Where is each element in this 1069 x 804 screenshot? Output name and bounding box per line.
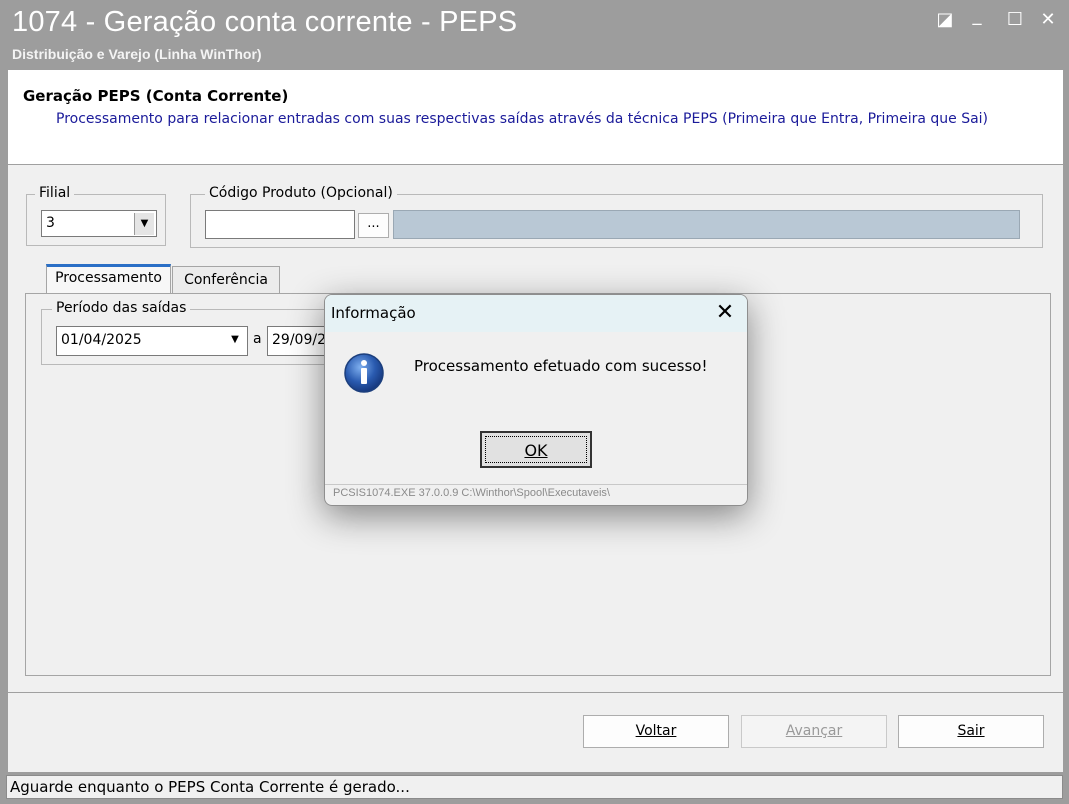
avancar-button[interactable]: Avançar <box>741 715 887 748</box>
title-bar: 1074 - Geração conta corrente - PEPS Dis… <box>0 0 1069 70</box>
tab-processamento-label: Processamento <box>55 270 162 286</box>
produto-group: Código Produto (Opcional) ... <box>190 185 1043 248</box>
tab-conferencia-label: Conferência <box>184 272 268 288</box>
filial-combobox[interactable]: 3 ▼ <box>41 210 157 237</box>
filial-value: 3 <box>46 215 55 231</box>
filial-group: Filial 3 ▼ <box>26 185 166 246</box>
voltar-label: Voltar <box>635 723 677 739</box>
dialog-title-bar: Informação ✕ <box>325 295 747 332</box>
sair-label: Sair <box>957 723 985 739</box>
close-icon[interactable]: ✕ <box>711 299 739 327</box>
chevron-down-icon[interactable]: ▼ <box>225 329 245 351</box>
periodo-group: Período das saídas 01/04/2025 ▼ a 29/09/… <box>41 300 342 365</box>
minimize-icon[interactable]: _ <box>964 4 990 28</box>
page-description: Processamento para relacionar entradas c… <box>56 111 989 127</box>
voltar-button[interactable]: Voltar <box>583 715 729 748</box>
produto-lookup-button[interactable]: ... <box>358 213 389 238</box>
filial-label: Filial <box>35 185 75 201</box>
footer-divider <box>8 692 1063 693</box>
periodo-label: Período das saídas <box>52 300 191 316</box>
dialog-title: Informação <box>331 304 416 322</box>
dialog-message: Processamento efetuado com sucesso! <box>414 357 708 375</box>
window-subtitle: Distribuição e Varejo (Linha WinThor) <box>12 46 262 62</box>
avancar-label: Avançar <box>785 723 843 739</box>
periodo-to-value: 29/09/2 <box>272 332 326 348</box>
header-panel: Geração PEPS (Conta Corrente) Processame… <box>8 70 1063 165</box>
periodo-from-value: 01/04/2025 <box>61 332 142 348</box>
close-icon[interactable]: ✕ <box>1035 8 1061 32</box>
produto-label: Código Produto (Opcional) <box>205 185 397 201</box>
dialog-footer-path: PCSIS1074.EXE 37.0.0.9 C:\Winthor\Spool\… <box>333 487 610 499</box>
periodo-from-datepicker[interactable]: 01/04/2025 ▼ <box>56 326 248 356</box>
periodo-separator: a <box>253 331 262 347</box>
produto-code-input[interactable] <box>205 210 355 239</box>
info-dialog: Informação ✕ Processamento efetuado com … <box>324 294 748 506</box>
page-title: Geração PEPS (Conta Corrente) <box>23 87 289 105</box>
ok-label: OK <box>524 441 548 460</box>
tab-processamento[interactable]: Processamento <box>46 264 171 294</box>
info-icon <box>344 353 384 393</box>
sair-button[interactable]: Sair <box>898 715 1044 748</box>
status-bar: Aguarde enquanto o PEPS Conta Corrente é… <box>6 775 1063 799</box>
tab-conferencia[interactable]: Conferência <box>172 266 280 293</box>
produto-description-field <box>393 210 1020 239</box>
maximize-icon[interactable]: ☐ <box>1002 8 1028 32</box>
status-text: Aguarde enquanto o PEPS Conta Corrente é… <box>10 778 410 796</box>
dialog-footer-divider <box>325 484 747 485</box>
ok-label-wrap: OK <box>485 436 587 463</box>
window-title: 1074 - Geração conta corrente - PEPS <box>12 6 518 38</box>
chevron-down-icon[interactable]: ▼ <box>134 213 154 235</box>
ok-button[interactable]: OK <box>480 431 592 468</box>
restore-icon[interactable]: ◪ <box>932 8 958 32</box>
